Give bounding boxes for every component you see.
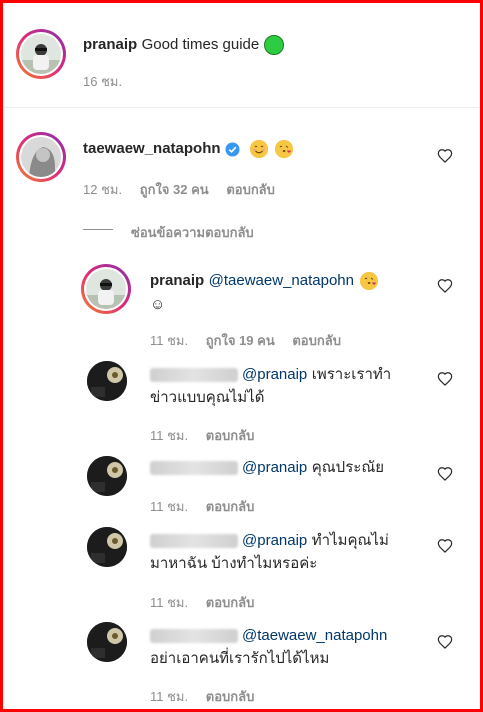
reply-text: ทำไมคุณไม่ <box>311 532 389 549</box>
reply-reply-button[interactable]: ตอบกลับ <box>206 499 255 514</box>
reply-reply-button[interactable]: ตอบกลับ <box>206 428 255 443</box>
heart-icon[interactable] <box>437 148 453 164</box>
blurred-username <box>150 533 238 548</box>
reply-line: @pranaip คุณประณัย <box>150 456 420 479</box>
verified-badge-icon <box>225 141 240 157</box>
reply-mention[interactable]: @taewaew_natapohn <box>242 627 387 644</box>
blurred-username <box>150 460 238 475</box>
hide-replies-button[interactable]: ซ่อนข้อความตอบกลับ <box>131 222 254 243</box>
reply-meta: 11 ชม. ตอบกลับ <box>150 686 268 707</box>
reply-line: @pranaip เพราะเราทำ ข่าวแบบคุณไม่ได้ <box>150 363 420 409</box>
reply-text: เพราะเราทำ <box>311 366 392 383</box>
smile-emoji-icon <box>250 140 269 158</box>
caption-username[interactable]: pranaip <box>83 36 137 53</box>
caption-time: 16 ชม. <box>83 74 123 89</box>
reply-reply-button[interactable]: ตอบกลับ <box>292 333 341 348</box>
divider <box>4 107 479 108</box>
reply-text: ☺ <box>150 296 166 313</box>
comment-username[interactable]: taewaew_natapohn <box>83 140 221 157</box>
reply-mention[interactable]: @taewaew_natapohn <box>209 272 354 289</box>
caption-text: Good times guide <box>141 36 260 53</box>
heart-icon[interactable] <box>437 466 453 482</box>
reply-time: 11 ชม. <box>150 595 189 610</box>
reply-reply-button[interactable]: ตอบกลับ <box>206 689 255 704</box>
comment-time: 12 ชม. <box>83 182 123 197</box>
comment-avatar[interactable] <box>16 132 66 182</box>
reply-username[interactable]: pranaip <box>150 272 204 289</box>
reply-mention[interactable]: @pranaip <box>242 459 307 476</box>
reply-line: pranaip @taewaew_natapohn ☺ <box>150 269 420 317</box>
kiss-emoji-icon <box>274 140 293 158</box>
reply-line: @taewaew_natapohn อย่าเอาคนที่เรารักไปได… <box>150 624 420 670</box>
reply-text: อย่าเอาคนที่เรารักไปได้ไหม <box>150 650 330 667</box>
reply-time: 11 ชม. <box>150 333 189 348</box>
reply-avatar[interactable] <box>81 264 131 314</box>
blurred-username <box>150 367 238 382</box>
reply-mention[interactable]: @pranaip <box>242 532 307 549</box>
kiss-emoji-icon <box>360 271 379 290</box>
caption-line: pranaip Good times guide <box>83 33 284 56</box>
reply-avatar[interactable] <box>87 527 127 567</box>
caption-avatar[interactable] <box>16 29 66 79</box>
comment-line: taewaew_natapohn <box>83 140 293 158</box>
reply-meta: 11 ชม. ตอบกลับ <box>150 425 268 446</box>
reply-time: 11 ชม. <box>150 428 189 443</box>
reply-meta: 11 ชม. ถูกใจ 19 คน ตอบกลับ <box>150 330 355 351</box>
reply-reply-button[interactable]: ตอบกลับ <box>206 595 255 610</box>
reply-text: คุณประณัย <box>311 459 385 476</box>
comment-reply-button[interactable]: ตอบกลับ <box>226 182 275 197</box>
reply-meta: 11 ชม. ตอบกลับ <box>150 496 268 517</box>
green-circle-emoji-icon <box>263 34 284 55</box>
reply-text-line2: มาหาฉัน บ้างทำไมหรอค่ะ <box>150 555 318 572</box>
reply-avatar[interactable] <box>87 456 127 496</box>
comment-meta: 12 ชม. ถูกใจ 32 คน ตอบกลับ <box>83 179 289 200</box>
blurred-username <box>150 628 238 643</box>
heart-icon[interactable] <box>437 634 453 650</box>
heart-icon[interactable] <box>437 278 453 294</box>
reply-line: @pranaip ทำไมคุณไม่ มาหาฉัน บ้างทำไมหรอค… <box>150 529 420 575</box>
reply-avatar[interactable] <box>87 361 127 401</box>
heart-icon[interactable] <box>437 371 453 387</box>
reply-likes[interactable]: ถูกใจ 19 คน <box>206 333 275 348</box>
hide-replies-line <box>83 229 113 230</box>
comment-likes[interactable]: ถูกใจ 32 คน <box>140 182 209 197</box>
reply-mention[interactable]: @pranaip <box>242 366 307 383</box>
reply-meta: 11 ชม. ตอบกลับ <box>150 592 268 613</box>
heart-icon[interactable] <box>437 538 453 554</box>
reply-text-line2: ข่าวแบบคุณไม่ได้ <box>150 389 265 406</box>
reply-avatar[interactable] <box>87 622 127 662</box>
reply-time: 11 ชม. <box>150 499 189 514</box>
reply-time: 11 ชม. <box>150 689 189 704</box>
